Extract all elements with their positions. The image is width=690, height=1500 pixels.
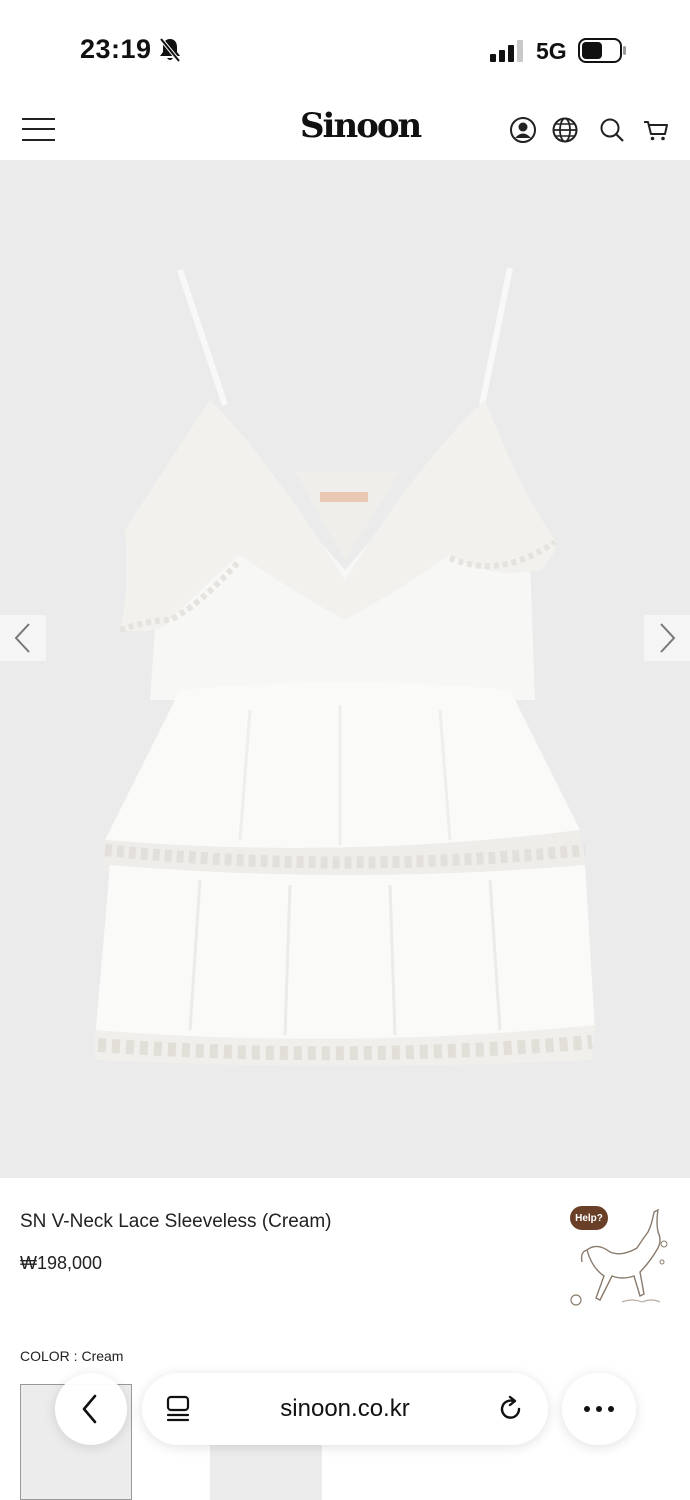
battery-icon	[578, 38, 626, 63]
account-icon[interactable]	[508, 115, 538, 145]
help-widget[interactable]: Help?	[562, 1202, 672, 1312]
search-icon[interactable]	[597, 115, 627, 145]
color-label: COLOR : Cream	[20, 1348, 124, 1364]
browser-more-button[interactable]	[562, 1373, 636, 1445]
hamburger-menu-icon[interactable]	[22, 116, 56, 142]
product-name: SN V-Neck Lace Sleeveless (Cream)	[20, 1211, 332, 1232]
site-logo[interactable]: Sinoon	[300, 106, 422, 146]
network-type: 5G	[536, 38, 567, 64]
globe-icon[interactable]	[550, 115, 580, 145]
signal-icon	[490, 40, 523, 62]
reload-icon[interactable]	[496, 1394, 526, 1424]
browser-address-bar[interactable]: sinoon.co.kr	[142, 1373, 548, 1445]
product-page: 23:19 5G Sinoon SN V-Neck Lace Sleeveles…	[0, 0, 690, 1500]
browser-back-button[interactable]	[55, 1373, 127, 1445]
product-price: ₩198,000	[20, 1253, 103, 1273]
silent-bell-icon	[159, 37, 181, 63]
product-info: SN V-Neck Lace Sleeveless (Cream) ₩198,0…	[0, 1178, 690, 1500]
back-arrow-icon	[82, 1394, 97, 1424]
chevron-left-icon[interactable]	[0, 615, 46, 661]
chevron-right-icon[interactable]	[644, 615, 690, 661]
product-image	[95, 267, 595, 1066]
product-image-gallery[interactable]	[0, 160, 690, 1178]
url-text: sinoon.co.kr	[280, 1395, 410, 1422]
status-bar: 23:19 5G	[0, 0, 690, 100]
site-header: Sinoon	[0, 100, 690, 160]
status-time: 23:19	[80, 34, 152, 64]
cart-icon[interactable]	[641, 115, 671, 145]
more-icon	[584, 1406, 614, 1412]
horse-illustration-icon	[570, 1208, 668, 1306]
